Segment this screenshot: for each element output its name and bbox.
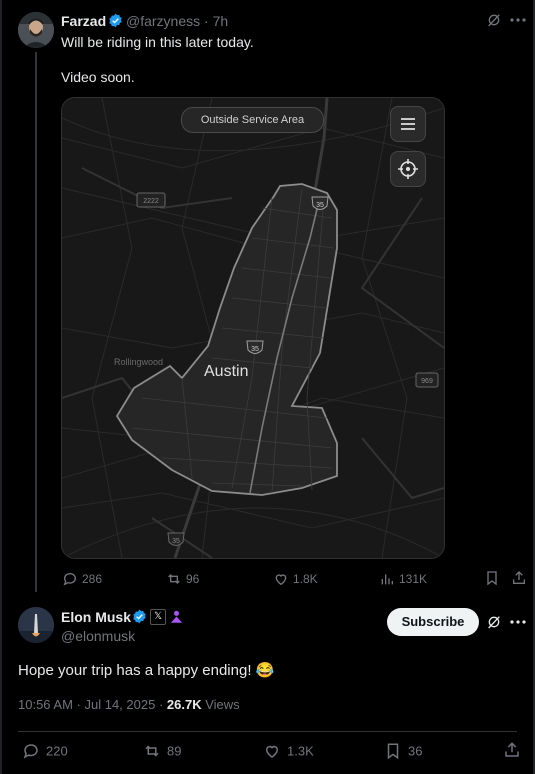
view-count: 131K <box>399 572 428 586</box>
affiliate-person-icon <box>169 609 184 624</box>
subscribe-button[interactable]: Subscribe <box>387 608 479 636</box>
heart-icon <box>263 742 281 760</box>
hamburger-menu-icon <box>401 118 415 130</box>
reply-text: Hope your trip has a happy ending! 😂 <box>18 662 275 679</box>
interstate-shield-label: 35 <box>251 346 259 353</box>
views-count: 26.7K <box>166 697 202 712</box>
bookmark-button[interactable]: 36 <box>384 742 422 760</box>
thread-connector <box>35 52 37 592</box>
repost-button[interactable]: 89 <box>143 742 181 760</box>
road-shield-icon: 2222 <box>136 192 166 208</box>
repost-count: 89 <box>167 743 182 759</box>
reply-button[interactable]: 286 <box>62 571 102 587</box>
avatar[interactable] <box>18 12 54 48</box>
bookmark-icon[interactable] <box>484 570 500 586</box>
like-count: 1.8K <box>293 572 318 586</box>
like-button[interactable]: 1.3K <box>263 742 314 760</box>
heart-icon <box>273 571 289 587</box>
verified-badge-icon <box>108 13 123 28</box>
repost-icon <box>143 742 161 760</box>
reply-count: 286 <box>82 572 103 586</box>
divider <box>18 731 517 732</box>
interstate-shield-icon: 35 <box>311 196 329 210</box>
road-shield-icon: 969 <box>415 372 439 388</box>
author-name[interactable]: Farzad <box>61 13 106 29</box>
x-affiliate-badge: 𝕏 <box>150 609 166 625</box>
map-menu-button[interactable] <box>390 106 426 142</box>
like-button[interactable]: 1.8K <box>273 571 318 587</box>
repost-icon <box>166 571 182 587</box>
city-label: Austin <box>204 363 249 380</box>
tweet-text-line1: Will be riding in this later today. <box>61 34 254 50</box>
interstate-shield-icon: 35 <box>246 340 264 354</box>
reply-count: 220 <box>46 743 68 759</box>
suburb-label: Rollingwood <box>114 357 164 367</box>
reply-button[interactable]: 220 <box>22 742 68 760</box>
map-image[interactable]: Outside Service Area 35 35 35 2222 969 R… <box>61 97 445 559</box>
repost-button[interactable]: 96 <box>166 571 199 587</box>
interstate-shield-label: 35 <box>172 538 180 545</box>
more-options-icon[interactable] <box>510 620 526 624</box>
road-shield-label: 2222 <box>143 198 159 205</box>
author-handle[interactable]: @elonmusk <box>61 628 135 644</box>
author-name[interactable]: Elon Musk <box>61 609 131 625</box>
share-icon[interactable] <box>511 570 527 586</box>
like-count: 1.3K <box>287 743 314 759</box>
author-handle[interactable]: @farzyness · 7h <box>126 13 228 29</box>
tweet-text-line2: Video soon. <box>61 69 135 85</box>
interstate-shield-icon: 35 <box>167 532 185 546</box>
road-shield-label: 969 <box>421 378 433 385</box>
views-button[interactable]: 131K <box>379 571 427 587</box>
tweet-meta: 10:56 AM · Jul 14, 2025 · 26.7K Views <box>18 697 240 712</box>
share-icon[interactable] <box>503 741 521 759</box>
views-label: Views <box>205 697 240 712</box>
service-area-label: Outside Service Area <box>181 107 324 133</box>
views-chart-icon <box>379 571 395 587</box>
timestamp[interactable]: 10:56 AM · Jul 14, 2025 <box>18 697 155 712</box>
reply-icon <box>62 571 78 587</box>
interstate-shield-label: 35 <box>316 202 324 209</box>
reply-icon <box>22 742 40 760</box>
timeline-border-left <box>0 0 2 774</box>
avatar[interactable] <box>18 607 54 643</box>
grok-icon[interactable] <box>486 614 502 630</box>
locate-me-button[interactable] <box>390 151 426 187</box>
repost-count: 96 <box>186 572 200 586</box>
verified-badge-icon <box>132 609 147 624</box>
bookmark-count: 36 <box>408 743 423 759</box>
bookmark-icon <box>384 742 402 760</box>
more-options-icon[interactable] <box>510 18 526 22</box>
crosshair-icon <box>398 159 418 179</box>
grok-icon[interactable] <box>486 12 502 28</box>
map-canvas <box>62 98 444 558</box>
